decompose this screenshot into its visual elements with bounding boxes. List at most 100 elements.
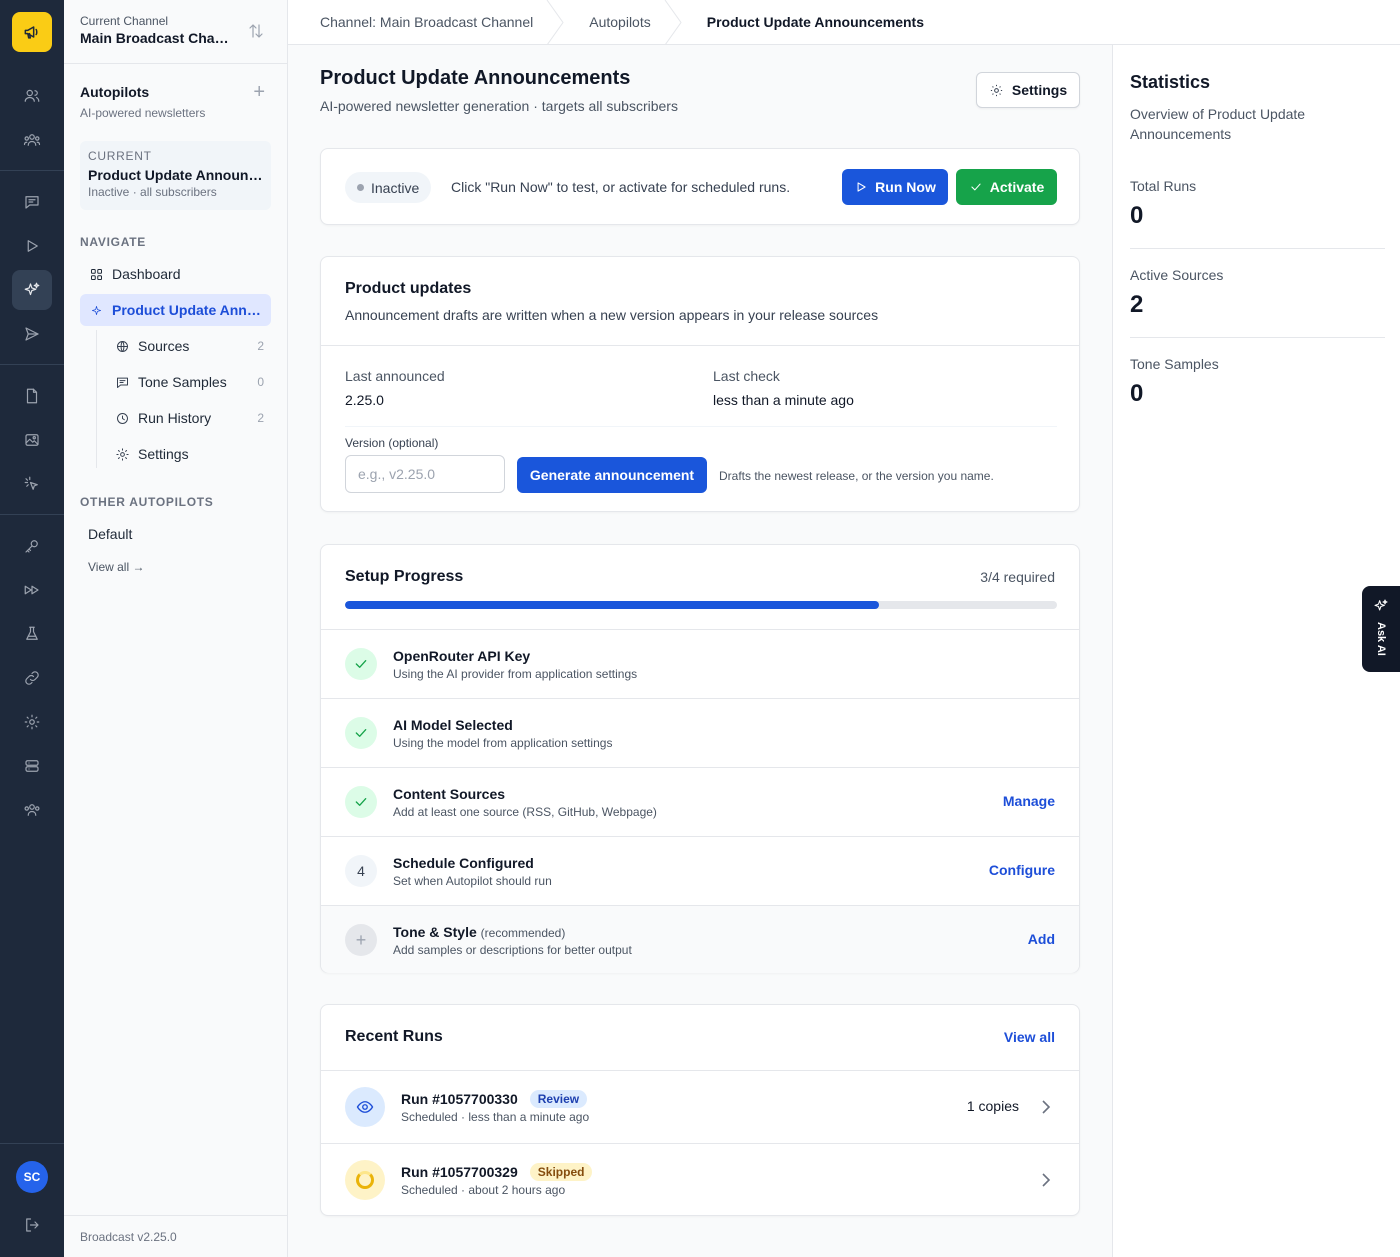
breadcrumb-channel-label: Channel: Main Broadcast Channel: [320, 14, 534, 30]
stat-label: Active Sources: [1130, 267, 1224, 283]
manage-sources-link[interactable]: Manage: [1003, 793, 1055, 809]
page-title: Product Update Announcements: [320, 67, 631, 89]
step-description: Using the AI provider from application s…: [393, 667, 638, 681]
icon-rail: SC: [0, 0, 64, 1257]
eye-icon: [345, 1087, 385, 1127]
status-badge-label: Inactive: [371, 179, 420, 196]
divider: [321, 345, 1079, 346]
rail-messages[interactable]: [12, 182, 52, 222]
link-icon: [25, 671, 39, 685]
last-check-label: Last check: [713, 368, 780, 384]
status-badge: Skipped: [529, 1163, 593, 1181]
configure-schedule-link[interactable]: Configure: [989, 862, 1055, 878]
current-title: Product Update Announcements: [88, 167, 263, 183]
step-title: AI Model Selected: [393, 717, 513, 733]
recent-runs-card: Recent Runs View all Run #1057700330 Rev…: [320, 1004, 1080, 1216]
add-tone-link[interactable]: Add: [1028, 931, 1055, 947]
run-description: Scheduled · about 2 hours ago: [401, 1183, 566, 1197]
rail-servers[interactable]: [12, 746, 52, 786]
stat-tone-samples: Tone Samples 0: [1130, 356, 1385, 408]
subnav-run-history-label: Run History: [138, 410, 212, 426]
subnav-run-history[interactable]: Run History 2: [106, 402, 272, 434]
run-row[interactable]: Run #1057700329 Skipped Scheduled · abou…: [321, 1143, 1079, 1216]
nav-dashboard-label: Dashboard: [112, 266, 181, 282]
subnav-sources-count: 2: [257, 339, 264, 353]
run-now-button[interactable]: Run Now: [842, 169, 948, 205]
subnav-tone-samples[interactable]: Tone Samples 0: [106, 366, 272, 398]
channel-name: Main Broadcast Channel: [80, 30, 230, 46]
rail-broadcasts[interactable]: [12, 314, 52, 354]
subnav-tone-samples-count: 0: [257, 375, 264, 389]
settings-button[interactable]: Settings: [976, 72, 1080, 108]
setup-progress-fill: [345, 601, 879, 609]
swap-icon: [249, 24, 263, 38]
view-all-runs-link[interactable]: View all: [1004, 1029, 1055, 1045]
version-input[interactable]: [345, 455, 505, 493]
rail-segments[interactable]: [12, 120, 52, 160]
channel-switcher[interactable]: Current Channel Main Broadcast Channel: [64, 0, 287, 64]
run-title: Run #1057700329 Skipped: [401, 1163, 593, 1181]
play-icon: [857, 182, 866, 192]
rail-sequences[interactable]: [12, 226, 52, 266]
rail-settings[interactable]: [12, 702, 52, 742]
subnav-sources-label: Sources: [138, 338, 190, 354]
rail-automations[interactable]: [12, 570, 52, 610]
run-now-label: Run Now: [875, 179, 936, 195]
globe-icon: [114, 338, 130, 354]
nav-dashboard[interactable]: Dashboard: [80, 258, 271, 290]
status-card: Inactive Click "Run Now" to test, or act…: [320, 148, 1080, 225]
step-title: Tone & Style (recommended): [393, 924, 565, 940]
rail-tracking[interactable]: [12, 464, 52, 504]
gear-icon: [990, 84, 1002, 96]
rail-api-keys[interactable]: [12, 526, 52, 566]
generate-announcement-button[interactable]: Generate announcement: [517, 457, 707, 493]
setup-step-tone-style: + Tone & Style (recommended) Add samples…: [321, 905, 1079, 973]
rail-subscribers[interactable]: [12, 76, 52, 116]
gear-icon: [24, 714, 40, 730]
run-copies: 1 copies: [966, 1098, 1019, 1114]
logout-button[interactable]: [12, 1205, 52, 1245]
rail-labs[interactable]: [12, 614, 52, 654]
message-icon: [114, 374, 130, 390]
rail-autopilots[interactable]: [12, 270, 52, 310]
other-autopilot-default[interactable]: Default: [80, 518, 271, 550]
users-icon: [24, 89, 40, 102]
rail-webhooks[interactable]: [12, 658, 52, 698]
recent-runs-title: Recent Runs: [345, 1028, 443, 1045]
breadcrumb-current-label: Product Update Announcements: [706, 14, 925, 30]
stat-active-sources: Active Sources 2: [1130, 267, 1385, 338]
last-announced-value: 2.25.0: [345, 392, 384, 408]
activate-button[interactable]: Activate: [956, 169, 1057, 205]
rail-media[interactable]: [12, 420, 52, 460]
divider: [1130, 337, 1385, 338]
avatar[interactable]: SC: [16, 1161, 48, 1193]
navigate-label: NAVIGATE: [80, 235, 146, 249]
statistics-panel: Statistics Overview of Product Update An…: [1112, 45, 1400, 1257]
step-title: Schedule Configured: [393, 855, 534, 871]
view-all-autopilots-link[interactable]: View all →: [88, 560, 144, 574]
breadcrumb-autopilots-label: Autopilots: [589, 14, 651, 30]
clock-icon: [114, 410, 130, 426]
setup-step-content-sources: Content Sources Add at least one source …: [321, 767, 1079, 836]
stat-value: 0: [1130, 202, 1144, 229]
add-autopilot-button[interactable]: +: [253, 82, 265, 102]
subnav-settings[interactable]: Settings: [106, 438, 272, 470]
run-row[interactable]: Run #1057700330 Review Scheduled · less …: [321, 1070, 1079, 1143]
section-subtitle: AI-powered newsletters: [80, 106, 206, 120]
generate-hint: Drafts the newest release, or the versio…: [719, 469, 994, 483]
breadcrumb-channel[interactable]: Channel: Main Broadcast Channel: [288, 0, 564, 45]
subnav-sources[interactable]: Sources 2: [106, 330, 272, 362]
rail-users[interactable]: [12, 790, 52, 830]
run-title: Run #1057700330 Review: [401, 1090, 588, 1108]
breadcrumb-autopilots[interactable]: Autopilots: [557, 0, 682, 45]
nav-autopilot[interactable]: Product Update Announcements: [80, 294, 271, 326]
setup-step-schedule: 4 Schedule Configured Set when Autopilot…: [321, 836, 1079, 905]
rail-templates[interactable]: [12, 376, 52, 416]
grid-icon: [88, 266, 104, 282]
stat-value: 2: [1130, 291, 1144, 318]
ask-ai-button[interactable]: Ask AI: [1362, 586, 1400, 672]
recommended-tag: (recommended): [480, 926, 566, 940]
app-logo[interactable]: [12, 12, 52, 52]
nav-autopilot-label: Product Update Announcements: [112, 302, 263, 318]
statistics-description: Overview of Product Update Announcements: [1130, 106, 1306, 142]
